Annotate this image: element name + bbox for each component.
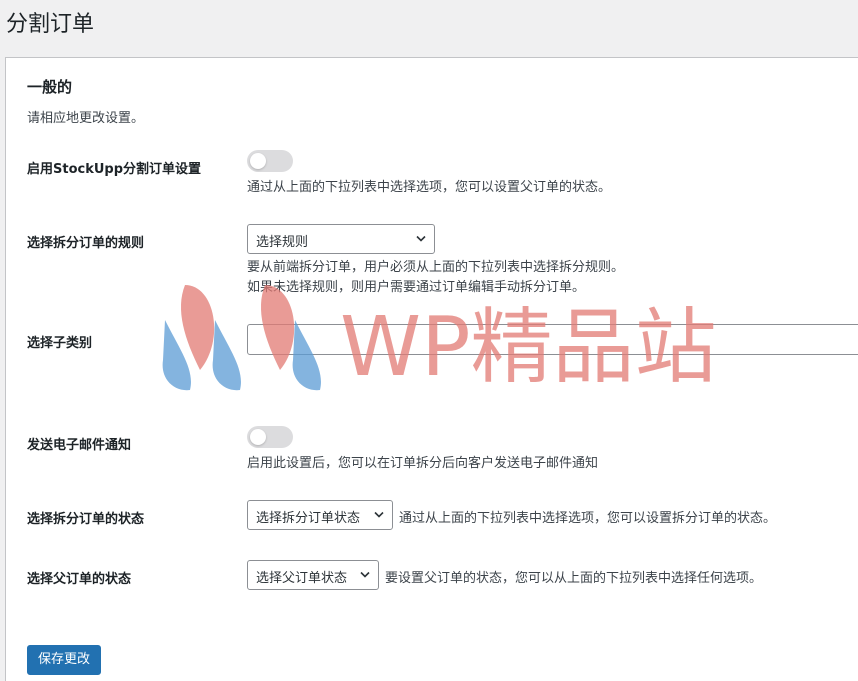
split-status-selected: 选择拆分订单状态 [256, 511, 361, 526]
chevron-down-icon [360, 571, 370, 578]
split-rule-selected: 选择规则 [256, 235, 309, 250]
split-status-select[interactable]: 选择拆分订单状态 [247, 500, 393, 530]
email-notification-label: 发送电子邮件通知 [27, 438, 132, 453]
split-status-label: 选择拆分订单的状态 [27, 512, 145, 527]
enable-split-toggle[interactable] [247, 150, 293, 172]
split-rule-description-2: 如果未选择规则，则用户需要通过订单编辑手动拆分订单。 [247, 280, 586, 295]
parent-status-select[interactable]: 选择父订单状态 [247, 560, 379, 590]
page-title: 分割订单 [6, 12, 95, 37]
section-description: 请相应地更改设置。 [27, 111, 145, 126]
subcategory-label: 选择子类别 [27, 336, 93, 351]
section-title: 一般的 [27, 78, 73, 96]
split-rule-description-1: 要从前端拆分订单，用户必须从上面的下拉列表中选择拆分规则。 [247, 260, 625, 275]
enable-split-description: 通过从上面的下拉列表中选择选项，您可以设置父订单的状态。 [247, 180, 612, 195]
subcategory-input[interactable] [247, 324, 858, 355]
parent-status-label: 选择父订单的状态 [27, 572, 132, 587]
split-rule-select[interactable]: 选择规则 [247, 224, 435, 254]
split-rule-label: 选择拆分订单的规则 [27, 236, 145, 251]
settings-panel: 一般的 请相应地更改设置。 启用StockUpp分割订单设置 通过从上面的下拉列… [5, 57, 858, 681]
toggle-knob [250, 429, 266, 445]
email-notification-description: 启用此设置后，您可以在订单拆分后向客户发送电子邮件通知 [247, 456, 599, 471]
parent-status-selected: 选择父订单状态 [256, 571, 348, 586]
email-notification-toggle[interactable] [247, 426, 293, 448]
save-changes-button[interactable]: 保存更改 [27, 645, 102, 675]
toggle-knob [250, 153, 266, 169]
split-status-description: 通过从上面的下拉列表中选择选项，您可以设置拆分订单的状态。 [399, 511, 777, 526]
parent-status-description: 要设置父订单的状态，您可以从上面的下拉列表中选择任何选项。 [385, 571, 763, 586]
chevron-down-icon [416, 235, 426, 242]
chevron-down-icon [374, 511, 384, 518]
enable-split-label: 启用StockUpp分割订单设置 [27, 162, 202, 177]
